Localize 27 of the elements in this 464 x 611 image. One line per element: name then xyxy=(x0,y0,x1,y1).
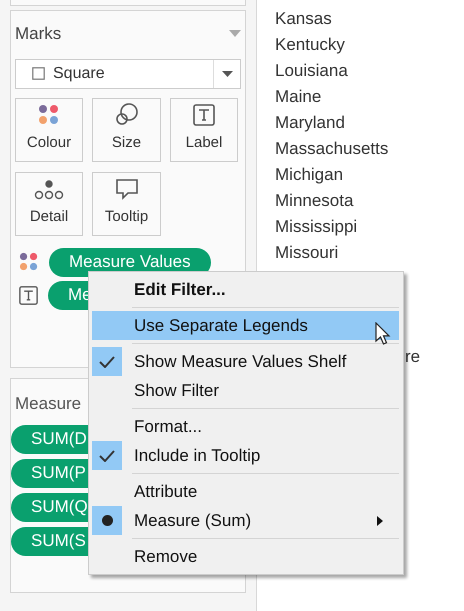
list-item[interactable]: Massachusetts xyxy=(275,136,420,162)
detail-button[interactable]: Detail xyxy=(15,172,83,236)
menu-item[interactable]: Show Measure Values Shelf xyxy=(92,347,399,376)
list-item[interactable]: Maryland xyxy=(275,110,420,136)
list-item[interactable]: Minnesota xyxy=(275,188,420,214)
label-button[interactable]: Label xyxy=(170,98,238,162)
list-item[interactable]: Mississippi xyxy=(275,214,420,240)
mouse-pointer-icon xyxy=(375,322,391,346)
list-item[interactable]: Kentucky xyxy=(275,32,420,58)
size-button[interactable]: Size xyxy=(92,98,161,162)
square-icon xyxy=(32,67,45,80)
list-item[interactable]: Missouri xyxy=(275,240,420,266)
list-item[interactable]: re xyxy=(405,347,420,366)
list-item[interactable]: Kansas xyxy=(275,6,420,32)
list-item[interactable]: Michigan xyxy=(275,162,420,188)
card-title: Measure xyxy=(14,393,82,415)
list-item[interactable]: Louisiana xyxy=(275,58,420,84)
card-title: Marks xyxy=(15,23,62,45)
colour-dots-icon xyxy=(19,252,39,272)
text-box-icon xyxy=(19,286,38,304)
colour-button[interactable]: Colour xyxy=(15,98,83,162)
menu-item[interactable]: Show Filter xyxy=(92,376,399,405)
list-item[interactable]: Maine xyxy=(275,84,420,110)
mark-type-dropdown[interactable]: Square xyxy=(15,58,241,88)
dropdown-arrow-icon[interactable] xyxy=(222,70,232,76)
submenu-arrow-icon xyxy=(377,516,383,526)
tooltip-button[interactable]: Tooltip xyxy=(92,172,161,236)
